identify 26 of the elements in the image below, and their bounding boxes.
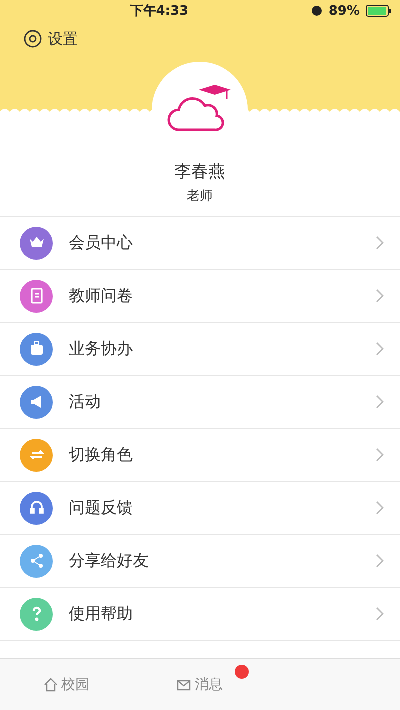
user-name: 李春燕 [174, 161, 226, 183]
status-time: 下午4:33 [130, 3, 189, 20]
alarm-icon [310, 5, 323, 17]
menu-item[interactable]: 使用帮助 [0, 588, 400, 641]
chevron-icon [376, 448, 384, 462]
menu-item[interactable]: 会员中心 [0, 217, 400, 270]
user-role: 老师 [187, 188, 213, 205]
chevron-icon [376, 501, 384, 515]
settings-button[interactable]: 设置 [22, 28, 78, 50]
envelope-icon [176, 678, 191, 692]
menu-item[interactable]: 问题反馈 [0, 482, 400, 535]
chevron-icon [376, 554, 384, 568]
battery-percent: 89% [328, 4, 360, 18]
menu-item[interactable]: 教师问卷 [0, 270, 400, 323]
menu-item[interactable]: 切换角色 [0, 429, 400, 482]
chevron-icon [376, 236, 384, 250]
chevron-icon [376, 395, 384, 409]
menu-item[interactable]: 活动 [0, 376, 400, 429]
settings-icon [22, 28, 44, 50]
chevron-icon [376, 607, 384, 621]
battery-icon [366, 5, 392, 17]
menu-item[interactable]: 分享给好友 [0, 535, 400, 588]
chevron-icon [376, 289, 384, 303]
menu-item[interactable]: 业务协办 [0, 323, 400, 376]
chevron-icon [376, 342, 384, 356]
home-icon [44, 678, 58, 692]
